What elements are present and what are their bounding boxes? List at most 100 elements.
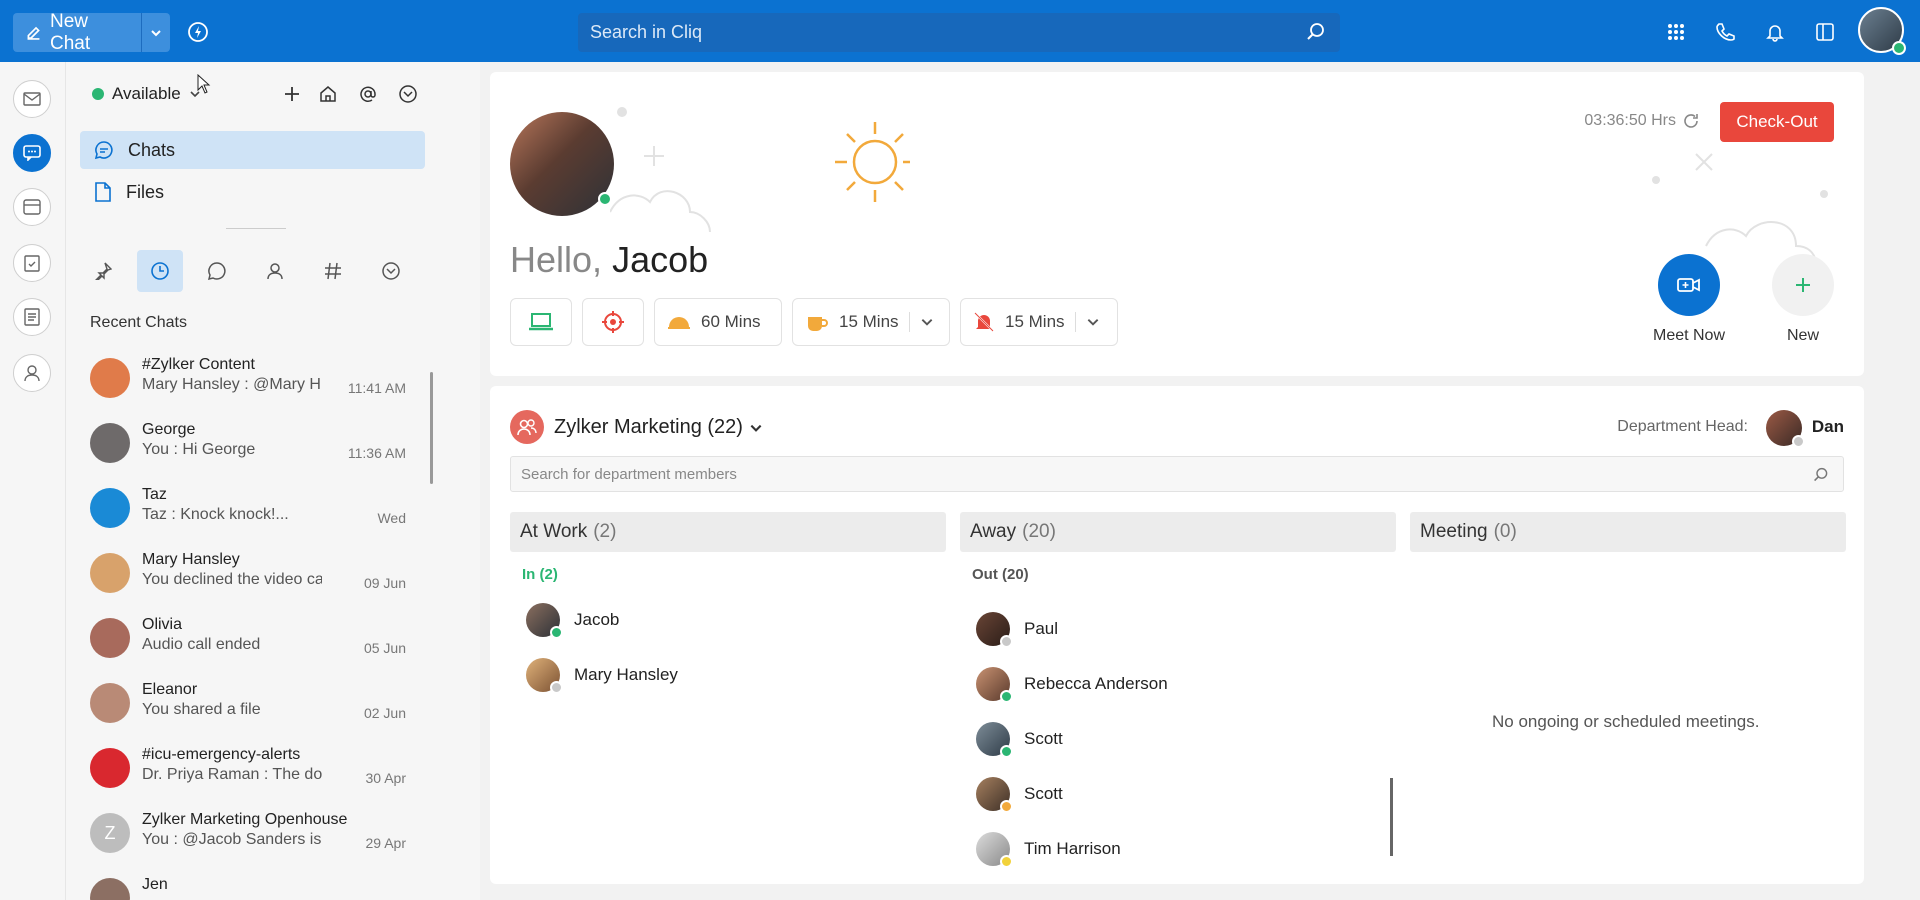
notifications-button[interactable] (1763, 20, 1787, 44)
document-icon (24, 308, 40, 326)
rail-mail[interactable] (13, 80, 51, 118)
quick-actions-button[interactable] (186, 20, 210, 44)
rail-chat[interactable] (13, 134, 51, 172)
home-button[interactable] (316, 82, 340, 106)
compose-icon (27, 26, 40, 40)
avatar (976, 667, 1013, 703)
check-out-button[interactable]: Check-Out (1720, 102, 1834, 142)
tab-chats[interactable] (194, 250, 240, 292)
chevron-down-icon (1087, 319, 1098, 326)
column-away: Away (20) (960, 512, 1396, 552)
chat-list-item[interactable]: Mary Hansley You declined the video call 0… (90, 541, 406, 605)
recent-chats-title: Recent Chats (90, 314, 187, 331)
status-chip-work[interactable] (510, 298, 572, 346)
column-at-work: At Work (2) (510, 512, 946, 552)
away-list-scrollbar[interactable] (1390, 778, 1393, 856)
rail-contacts[interactable] (13, 354, 51, 392)
chat-name: Eleanor (142, 681, 198, 698)
avatar (90, 423, 130, 463)
status-chip-lunch[interactable]: 60 Mins (654, 298, 782, 346)
mentions-button[interactable] (356, 82, 380, 106)
phone-icon (1716, 23, 1735, 41)
chat-list-item[interactable]: #icu-emergency-alerts Dr. Priya Raman : T… (90, 736, 406, 800)
member-scott-1[interactable]: Scott (976, 721, 1063, 758)
plus-icon (285, 87, 299, 101)
chat-name: Mary Hansley (142, 551, 240, 568)
member-scott-2[interactable]: Scott (976, 776, 1063, 813)
chat-list-item[interactable]: #Zylker Content Mary Hansley : @Mary H...… (90, 346, 406, 410)
avatar (90, 748, 130, 788)
person-icon (24, 365, 40, 382)
sidebar-scrollbar[interactable] (430, 372, 433, 484)
new-chat-label: New Chat (49, 10, 91, 54)
tab-more[interactable] (368, 250, 414, 292)
new-chat-dropdown[interactable] (142, 13, 170, 52)
nav-files[interactable]: Files (80, 173, 425, 211)
online-status-dot (550, 626, 563, 639)
apps-grid-icon (1668, 24, 1684, 40)
new-meeting-button[interactable] (1772, 254, 1834, 316)
status-dot (92, 88, 104, 100)
chat-list-item[interactable]: Z Zylker Marketing Openhouse You : @Jacob … (90, 801, 406, 865)
home-icon (320, 86, 336, 102)
person-icon (267, 263, 283, 280)
department-selector[interactable]: Zylker Marketing (22) (554, 416, 763, 439)
tab-pinned[interactable] (80, 250, 126, 292)
status-chip-focus[interactable] (582, 298, 644, 346)
apps-button[interactable] (1664, 20, 1688, 44)
add-button[interactable] (280, 82, 304, 106)
member-jacob[interactable]: Jacob (526, 602, 619, 639)
search-input[interactable]: Search in Cliq (578, 13, 1340, 52)
chat-list-item[interactable]: George You : Hi George 11:36 AM (90, 411, 406, 475)
chevron-circle-icon (399, 85, 417, 103)
member-paul[interactable]: Paul (976, 611, 1058, 648)
tab-contacts[interactable] (252, 250, 298, 292)
nav-chats[interactable]: Chats (80, 131, 425, 169)
chat-preview: You shared a file (142, 701, 261, 718)
chat-list-item[interactable]: Olivia Audio call ended 05 Jun (90, 606, 406, 670)
chat-name: George (142, 421, 196, 438)
chat-name: Taz (142, 486, 167, 503)
chat-name: Jen (142, 876, 168, 893)
panel-toggle-button[interactable] (1813, 20, 1837, 44)
hash-icon (325, 262, 341, 280)
rail-workspace[interactable] (13, 188, 51, 226)
chat-preview: Dr. Priya Raman : The doc... (142, 766, 322, 783)
tab-recent[interactable] (137, 250, 183, 292)
file-icon (95, 182, 111, 202)
department-head-name: Dan (1811, 417, 1844, 436)
rail-notes[interactable] (13, 298, 51, 336)
user-avatar[interactable] (1858, 7, 1906, 55)
member-tim-harrison[interactable]: Tim Harrison (976, 831, 1121, 868)
avatar (976, 612, 1013, 648)
member-mary-hansley[interactable]: Mary Hansley (526, 657, 678, 694)
chevron-down-icon (151, 29, 161, 36)
laptop-icon (529, 313, 553, 331)
avatar (526, 658, 563, 694)
status-chip-dnd[interactable]: 15 Mins (960, 298, 1118, 346)
call-button[interactable] (1713, 20, 1737, 44)
member-rebecca-anderson[interactable]: Rebecca Anderson (976, 666, 1168, 703)
weather-illustration-icon (610, 107, 910, 233)
bell-icon (1766, 25, 1784, 42)
rail-tasks[interactable] (13, 244, 51, 282)
avatar (90, 618, 130, 658)
chat-icon (94, 141, 113, 160)
no-meetings-message: No ongoing or scheduled meetings. (1492, 712, 1760, 731)
tab-channels[interactable] (310, 250, 356, 292)
department-head-avatar[interactable] (1766, 410, 1805, 448)
chat-list-item[interactable]: Jen (90, 866, 406, 900)
lightning-icon (188, 22, 208, 42)
department-search-input[interactable]: Search for department members (510, 456, 1844, 492)
more-options-button[interactable] (396, 82, 420, 106)
status-chip-coffee[interactable]: 15 Mins (792, 298, 950, 346)
avatar (90, 358, 130, 398)
chat-list-item[interactable]: Eleanor You shared a file 02 Jun (90, 671, 406, 735)
meet-now-button[interactable] (1658, 254, 1720, 316)
new-chat-button[interactable]: New Chat (13, 10, 170, 54)
greeting: Hello, Jacob (510, 239, 709, 280)
chat-list-item[interactable]: Taz Taz : Knock knock!... Wed (90, 476, 406, 540)
clock-icon (151, 262, 169, 280)
status-selector[interactable]: Available (92, 84, 201, 104)
top-bar: New Chat Search in Cliq (0, 0, 1920, 62)
